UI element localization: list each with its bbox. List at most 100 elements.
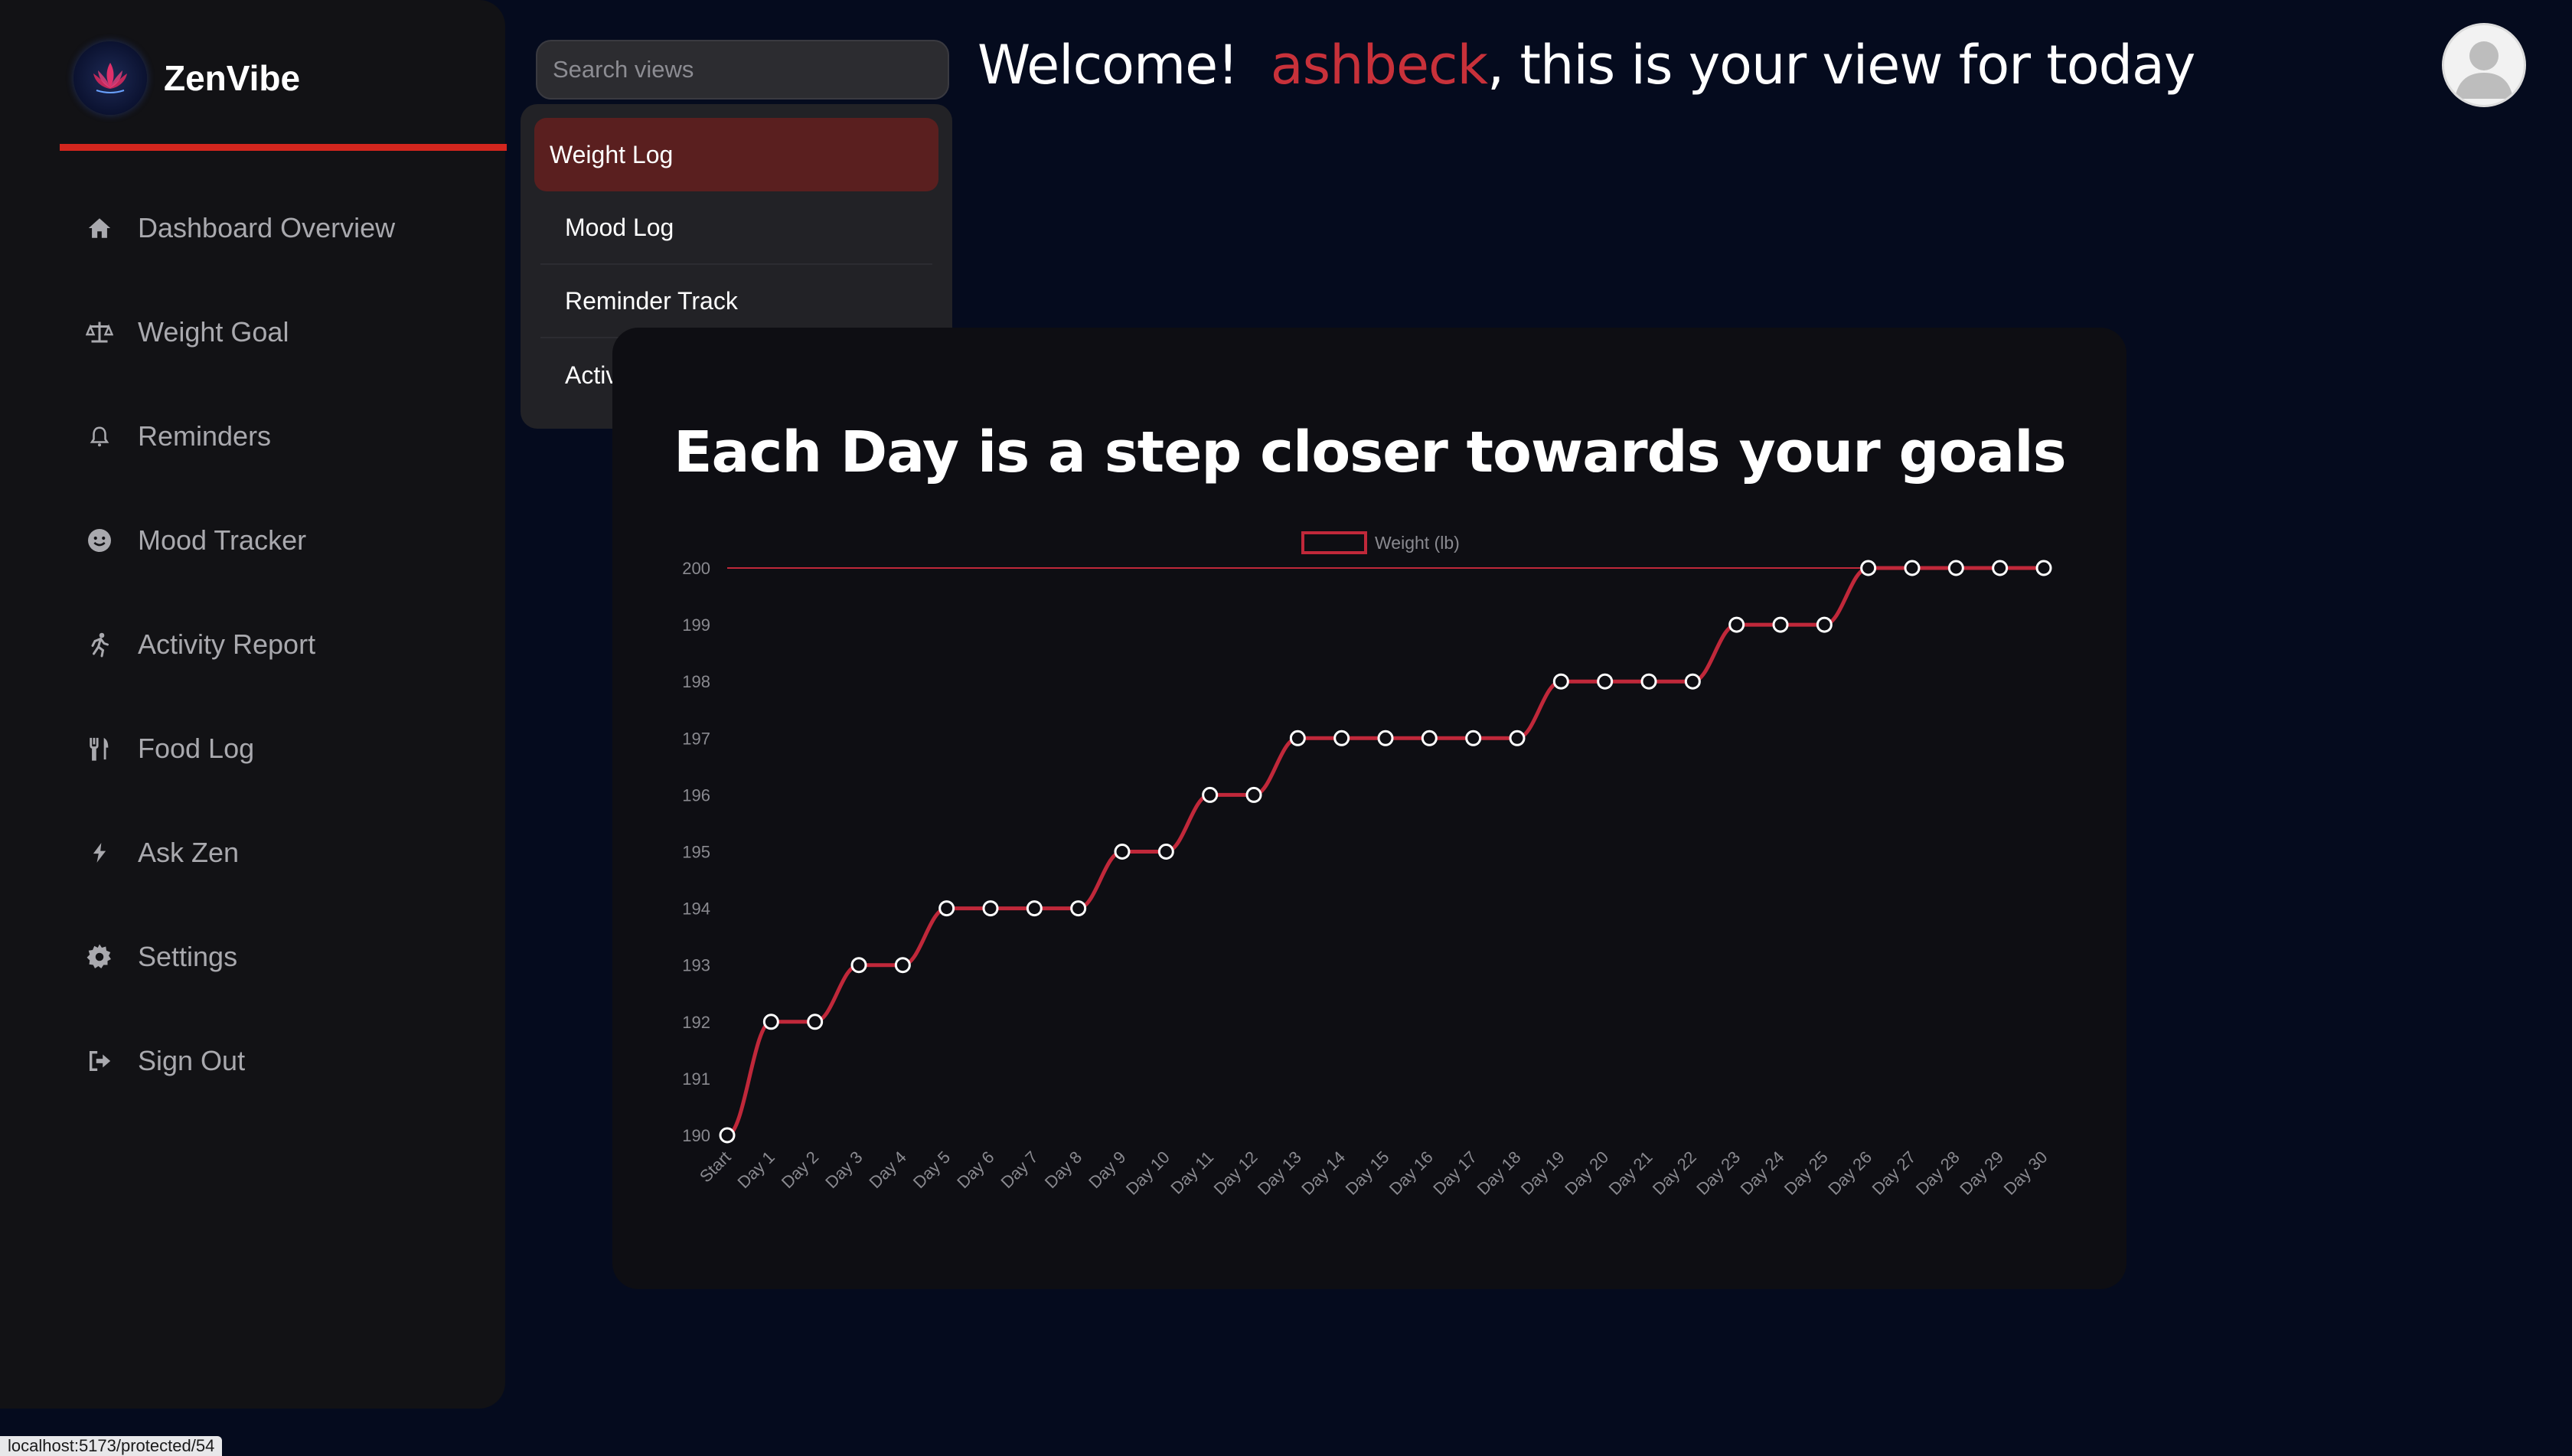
- sidebar-item-mood-tracker[interactable]: Mood Tracker: [84, 488, 395, 593]
- running-icon: [84, 629, 115, 660]
- brand[interactable]: ZenVibe: [73, 41, 300, 115]
- x-tick-label: Day 29: [1956, 1147, 2007, 1199]
- data-point: [1904, 560, 1921, 576]
- brand-divider: [60, 144, 507, 151]
- sidebar-item-label: Mood Tracker: [138, 524, 307, 556]
- y-tick-label: 193: [682, 956, 710, 975]
- data-point: [1377, 730, 1394, 746]
- welcome-username: ashbeck: [1270, 34, 1488, 96]
- data-point: [1202, 786, 1219, 803]
- data-point: [1992, 560, 2009, 576]
- x-tick-label: Day 26: [1824, 1147, 1875, 1199]
- x-tick-label: Day 12: [1210, 1147, 1262, 1199]
- x-tick-label: Day 18: [1474, 1147, 1525, 1199]
- x-tick-label: Day 20: [1561, 1147, 1612, 1199]
- x-tick-label: Day 1: [734, 1147, 778, 1192]
- x-tick-label: Day 2: [778, 1147, 822, 1192]
- data-point: [1947, 560, 1964, 576]
- legend-swatch: [1301, 531, 1367, 554]
- data-point: [1640, 673, 1657, 690]
- series-line: [726, 566, 2044, 1138]
- data-point: [1597, 673, 1614, 690]
- data-point: [1509, 730, 1526, 746]
- x-tick-label: Day 19: [1517, 1147, 1568, 1199]
- x-tick-label: Day 22: [1649, 1147, 1700, 1199]
- sign-out-icon: [84, 1046, 115, 1076]
- data-point: [1816, 616, 1833, 633]
- data-point: [719, 1127, 736, 1144]
- data-point: [1245, 786, 1262, 803]
- data-point: [850, 957, 867, 974]
- data-point: [1552, 673, 1569, 690]
- sidebar-item-weight-goal[interactable]: Weight Goal: [84, 280, 395, 384]
- x-tick-label: Day 28: [1912, 1147, 1963, 1199]
- x-tick-label: Day 25: [1780, 1147, 1832, 1199]
- data-point: [894, 957, 911, 974]
- x-tick-label: Start: [696, 1147, 735, 1187]
- bolt-icon: [84, 837, 115, 868]
- sidebar-item-label: Weight Goal: [138, 316, 289, 348]
- utensils-icon: [84, 733, 115, 764]
- scale-icon: [84, 317, 115, 348]
- x-tick-label: Day 13: [1254, 1147, 1305, 1199]
- sidebar: ZenVibe Dashboard Overview Weight Goal R…: [0, 0, 507, 1409]
- smile-icon: [84, 525, 115, 556]
- avatar[interactable]: [2442, 23, 2526, 107]
- sidebar-item-settings[interactable]: Settings: [84, 905, 395, 1009]
- data-point: [807, 1014, 824, 1030]
- sidebar-item-food-log[interactable]: Food Log: [84, 697, 395, 801]
- welcome-suffix: , this is your view for today: [1487, 34, 2195, 96]
- x-tick-label: Day 24: [1737, 1147, 1788, 1199]
- x-tick-label: Day 15: [1342, 1147, 1393, 1199]
- data-point: [1157, 844, 1174, 860]
- weight-chart-card: Each Day is a step closer towards your g…: [612, 328, 2126, 1289]
- data-point: [1860, 560, 1877, 576]
- bell-icon: [84, 421, 115, 452]
- x-tick-label: Day 8: [1041, 1147, 1085, 1192]
- sidebar-item-dashboard-overview[interactable]: Dashboard Overview: [84, 176, 395, 280]
- y-tick-label: 194: [682, 899, 710, 919]
- sidebar-item-sign-out[interactable]: Sign Out: [84, 1009, 395, 1113]
- home-icon: [84, 213, 115, 243]
- data-point: [2035, 560, 2052, 576]
- x-tick-label: Day 16: [1386, 1147, 1437, 1199]
- x-tick-label: Day 7: [997, 1147, 1042, 1192]
- legend-label: Weight (lb): [1375, 533, 1460, 553]
- search-input[interactable]: [536, 40, 949, 100]
- x-tick-label: Day 3: [821, 1147, 866, 1192]
- dropdown-item-mood-log[interactable]: Mood Log: [540, 191, 932, 265]
- dropdown-item-weight-log[interactable]: Weight Log: [534, 118, 938, 191]
- sidebar-item-label: Reminders: [138, 420, 272, 452]
- x-tick-label: Day 6: [953, 1147, 997, 1192]
- sidebar-item-label: Ask Zen: [138, 837, 240, 868]
- data-point: [1772, 616, 1789, 633]
- x-tick-label: Day 17: [1429, 1147, 1480, 1199]
- y-tick-label: 198: [682, 672, 710, 691]
- x-tick-label: Day 23: [1692, 1147, 1744, 1199]
- sidebar-item-label: Settings: [138, 941, 238, 972]
- data-point: [1333, 730, 1350, 746]
- data-point: [1728, 616, 1745, 633]
- data-point: [938, 900, 955, 917]
- y-tick-label: 190: [682, 1126, 710, 1145]
- welcome-heading: Welcome! ashbeck, this is your view for …: [978, 34, 2195, 96]
- sidebar-item-label: Dashboard Overview: [138, 212, 396, 243]
- status-url: localhost:5173/protected/54: [0, 1436, 223, 1456]
- y-tick-label: 195: [682, 843, 710, 862]
- sidebar-item-ask-zen[interactable]: Ask Zen: [84, 801, 395, 905]
- y-tick-label: 197: [682, 729, 710, 748]
- y-tick-label: 192: [682, 1013, 710, 1032]
- sidebar-item-label: Activity Report: [138, 628, 316, 660]
- lotus-logo-icon: [73, 41, 147, 115]
- x-tick-label: Day 10: [1122, 1147, 1173, 1199]
- y-tick-label: 199: [682, 615, 710, 635]
- data-point: [1421, 730, 1438, 746]
- data-point: [1114, 844, 1131, 860]
- sidebar-item-label: Sign Out: [138, 1045, 246, 1076]
- brand-name: ZenVibe: [164, 58, 301, 98]
- sidebar-item-activity-report[interactable]: Activity Report: [84, 593, 395, 697]
- sidebar-item-reminders[interactable]: Reminders: [84, 384, 395, 488]
- data-point: [1070, 900, 1087, 917]
- x-tick-label: Day 11: [1167, 1147, 1217, 1198]
- x-tick-label: Day 14: [1297, 1147, 1349, 1199]
